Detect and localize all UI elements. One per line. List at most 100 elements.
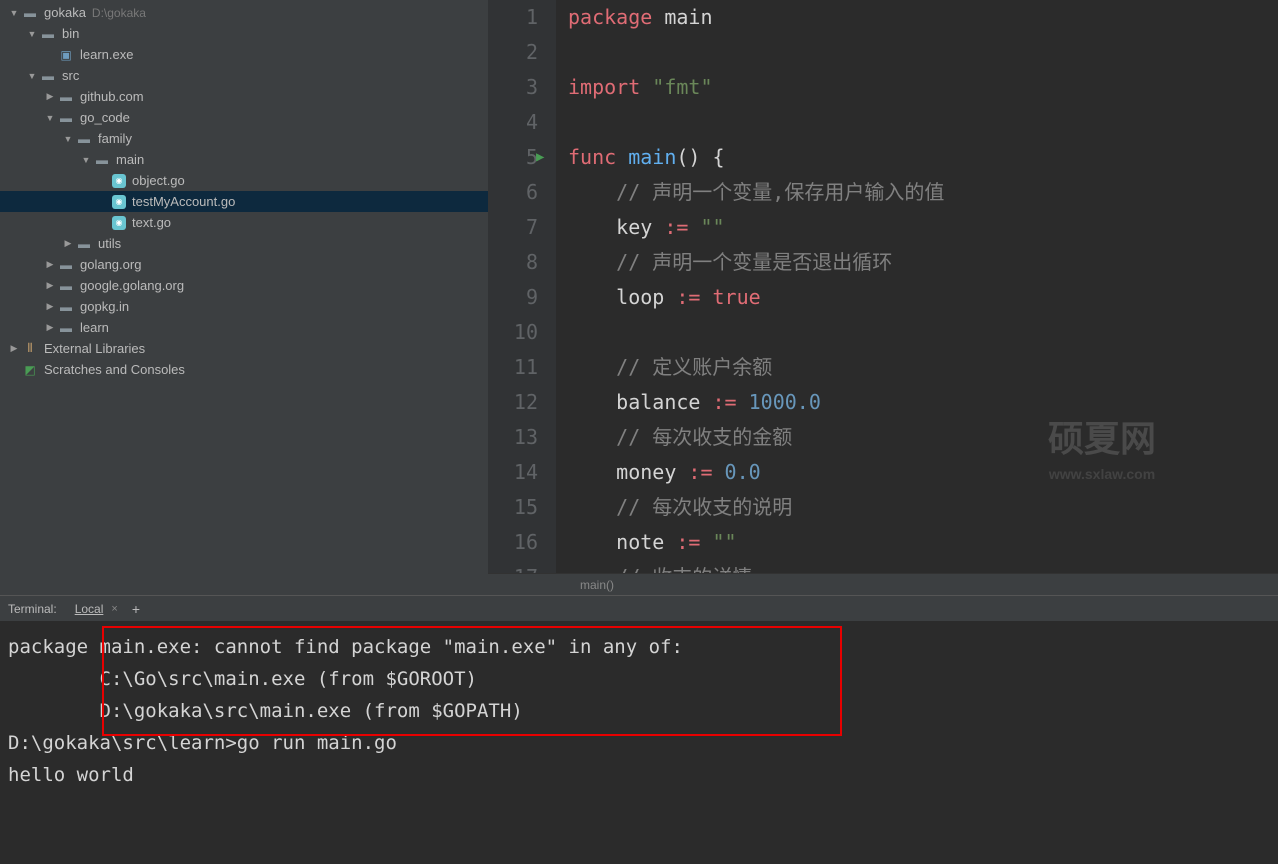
expand-arrow-icon[interactable] [44,91,56,102]
tree-item-family[interactable]: ▬family [0,128,488,149]
code-line[interactable]: note := "" [568,525,1278,560]
line-number[interactable]: 9 [488,280,538,315]
tree-item-learn[interactable]: ▬learn [0,317,488,338]
expand-arrow-icon[interactable] [62,238,74,249]
project-tree[interactable]: ▬gokakaD:\gokaka▬bin▣learn.exe▬src▬githu… [0,0,488,595]
line-number[interactable]: 17 [488,560,538,573]
expand-arrow-icon[interactable] [44,259,56,270]
tree-item-learn-exe[interactable]: ▣learn.exe [0,44,488,65]
line-number[interactable]: 15 [488,490,538,525]
code-line[interactable]: func main() { [568,140,1278,175]
code-line[interactable] [568,315,1278,350]
folder-icon: ▬ [76,131,92,147]
line-number[interactable]: 5▶ [488,140,538,175]
terminal-body[interactable]: package main.exe: cannot find package "m… [0,621,1278,801]
code-line[interactable]: // 声明一个变量,保存用户输入的值 [568,175,1278,210]
folder-icon: ▬ [58,89,74,105]
tree-item-label: testMyAccount.go [132,194,235,209]
tree-item-label: learn.exe [80,47,133,62]
terminal-header: Terminal: Local × + [0,596,1278,621]
tree-item-bin[interactable]: ▬bin [0,23,488,44]
line-number[interactable]: 16 [488,525,538,560]
line-number[interactable]: 12 [488,385,538,420]
code-line[interactable]: balance := 1000.0 [568,385,1278,420]
code-editor[interactable]: 12345▶67891011121314151617 package maini… [488,0,1278,595]
tree-item-golang-org[interactable]: ▬golang.org [0,254,488,275]
tree-item-google-golang-org[interactable]: ▬google.golang.org [0,275,488,296]
line-number[interactable]: 8 [488,245,538,280]
tree-item-text-go[interactable]: ◉text.go [0,212,488,233]
folder-icon: ▬ [22,5,38,21]
tree-item-path: D:\gokaka [92,6,146,20]
scratch-icon: ◩ [22,362,38,378]
close-icon[interactable]: × [111,603,117,615]
line-number[interactable]: 6 [488,175,538,210]
tree-item-label: github.com [80,89,144,104]
terminal-line: hello world [8,759,1270,791]
tree-item-src[interactable]: ▬src [0,65,488,86]
expand-arrow-icon[interactable] [8,343,20,354]
terminal-panel[interactable]: Terminal: Local × + package main.exe: ca… [0,595,1278,864]
expand-arrow-icon[interactable] [62,134,74,144]
terminal-line: D:\gokaka\src\learn>go run main.go [8,727,1270,759]
code-lines[interactable]: package main import "fmt" func main() { //… [556,0,1278,573]
line-number[interactable]: 2 [488,35,538,70]
line-number[interactable]: 7 [488,210,538,245]
expand-arrow-icon[interactable] [80,155,92,165]
breadcrumb-text: main() [580,578,614,592]
tree-item-Scratches-and-Consoles[interactable]: ◩ Scratches and Consoles [0,359,488,380]
tree-item-main[interactable]: ▬main [0,149,488,170]
line-number[interactable]: 14 [488,455,538,490]
tree-item-label: External Libraries [44,341,145,356]
expand-arrow-icon[interactable] [44,322,56,333]
line-number[interactable]: 11 [488,350,538,385]
code-line[interactable]: // 每次收支的说明 [568,490,1278,525]
tree-item-External-Libraries[interactable]: ⦀ External Libraries [0,338,488,359]
run-gutter-icon[interactable]: ▶ [536,140,544,175]
code-line[interactable]: package main [568,0,1278,35]
terminal-title: Terminal: [8,602,57,616]
code-line[interactable]: money := 0.0 [568,455,1278,490]
line-number[interactable]: 4 [488,105,538,140]
add-terminal-icon[interactable]: + [132,601,140,617]
line-number[interactable]: 13 [488,420,538,455]
go-icon: ◉ [112,174,126,188]
code-line[interactable]: // 定义账户余额 [568,350,1278,385]
go-icon: ◉ [112,216,126,230]
line-number[interactable]: 10 [488,315,538,350]
expand-arrow-icon[interactable] [44,280,56,291]
line-number[interactable]: 3 [488,70,538,105]
expand-arrow-icon[interactable] [26,71,38,81]
code-line[interactable]: key := "" [568,210,1278,245]
code-line[interactable] [568,105,1278,140]
expand-arrow-icon[interactable] [44,113,56,123]
code-line[interactable]: loop := true [568,280,1278,315]
tree-item-label: Scratches and Consoles [44,362,185,377]
code-line[interactable]: // 收支的详情 [568,560,1278,573]
lib-icon: ⦀ [22,341,38,357]
terminal-line: D:\gokaka\src\main.exe (from $GOPATH) [8,695,1270,727]
expand-arrow-icon[interactable] [8,8,20,18]
tree-item-label: object.go [132,173,185,188]
terminal-tab-local[interactable]: Local [69,600,110,618]
folder-icon: ▬ [40,68,56,84]
line-number[interactable]: 1 [488,0,538,35]
tree-item-label: golang.org [80,257,141,272]
code-line[interactable]: // 每次收支的金额 [568,420,1278,455]
tree-item-github-com[interactable]: ▬ github.com [0,86,488,107]
breadcrumb[interactable]: main() [488,573,1278,595]
code-line[interactable]: // 声明一个变量是否退出循环 [568,245,1278,280]
code-line[interactable] [568,35,1278,70]
tree-item-gokaka[interactable]: ▬gokakaD:\gokaka [0,2,488,23]
tree-item-gopkg-in[interactable]: ▬gopkg.in [0,296,488,317]
tree-item-object-go[interactable]: ◉ object.go [0,170,488,191]
tree-item-go_code[interactable]: ▬go_code [0,107,488,128]
expand-arrow-icon[interactable] [44,301,56,312]
tree-item-label: go_code [80,110,130,125]
tree-item-testMyAccount-go[interactable]: ◉testMyAccount.go [0,191,488,212]
expand-arrow-icon[interactable] [26,29,38,39]
tree-item-label: main [116,152,144,167]
tree-item-utils[interactable]: ▬utils [0,233,488,254]
code-line[interactable]: import "fmt" [568,70,1278,105]
folder-icon: ▬ [76,236,92,252]
